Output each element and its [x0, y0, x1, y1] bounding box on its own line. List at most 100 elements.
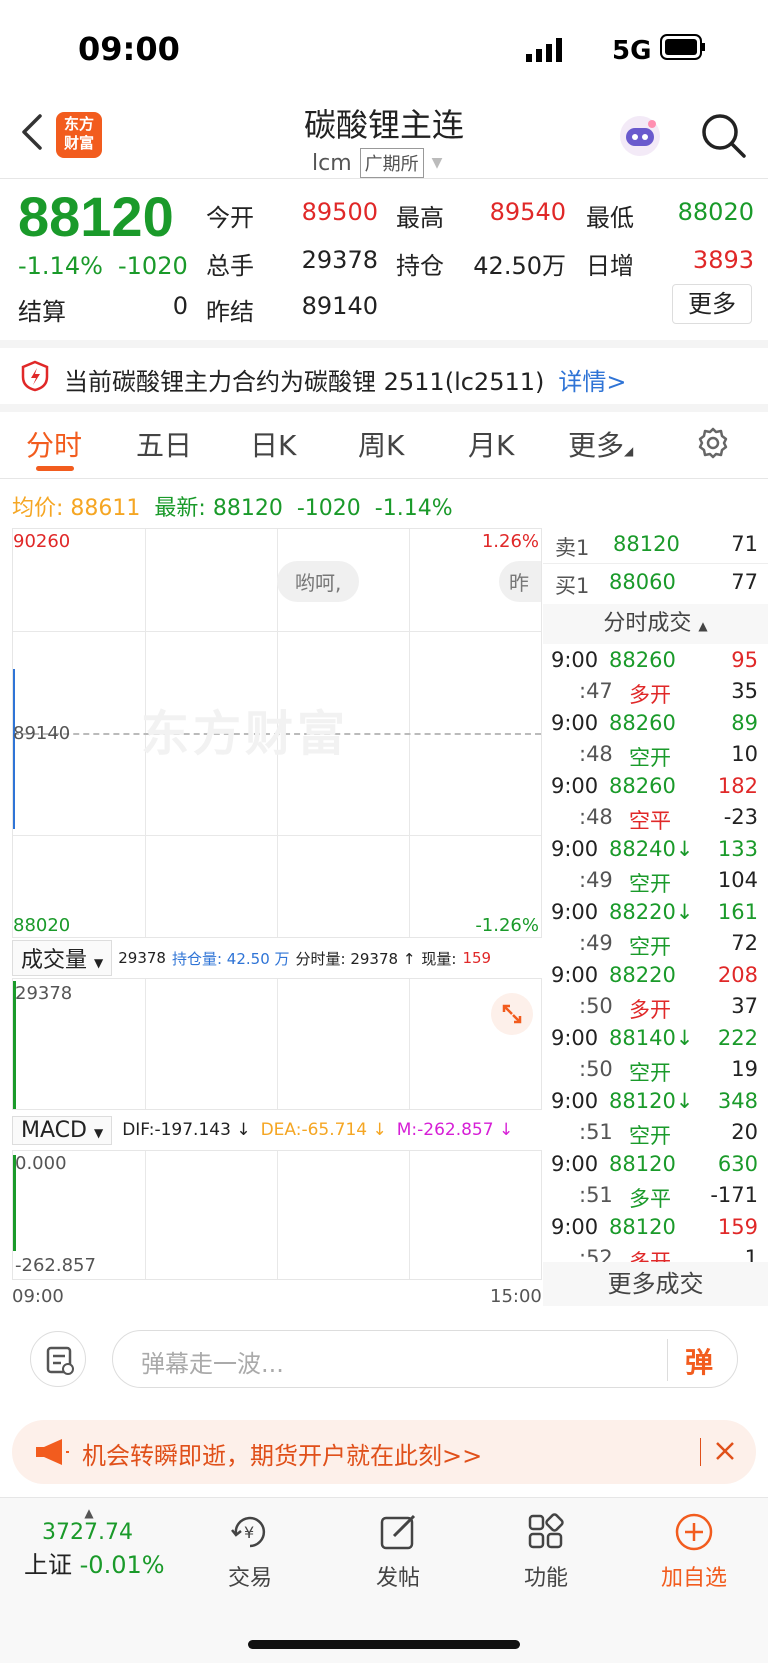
volume-selector[interactable]: 成交量 ▼: [12, 940, 113, 976]
contract-code: lcm: [312, 150, 352, 176]
tab-monthly-k[interactable]: 月K: [468, 424, 514, 464]
low-value: 88020: [677, 198, 754, 226]
trade-seconds: :48: [579, 742, 613, 766]
trade-kind: 多开: [629, 683, 671, 707]
trade-seconds: :47: [579, 679, 613, 703]
danmu-bubble: 哟呵,: [277, 561, 360, 602]
tab-weekly-k[interactable]: 周K: [358, 424, 404, 464]
volume-tick: 分时量: 29378 ↑: [295, 949, 416, 968]
trade-row-detail: :50 空开 19: [543, 1053, 768, 1085]
trade-kind: 多平: [629, 1187, 671, 1211]
settle-value: 0: [172, 292, 188, 320]
trade-seconds: :50: [579, 994, 613, 1018]
trade-time: 9:00: [551, 1026, 599, 1050]
trade-oi-change: 37: [731, 994, 758, 1018]
trade-row-detail: :51 空开 20: [543, 1116, 768, 1148]
last-price: 88120: [18, 185, 174, 248]
tabbar-functions[interactable]: 功能: [486, 1510, 606, 1592]
trade-price: 88120: [609, 1215, 676, 1239]
battery-icon: [660, 34, 706, 64]
change-pct: -1.14%: [18, 252, 103, 280]
contract-subtitle[interactable]: lcm 广期所 ▼: [312, 148, 442, 178]
trade-row: 9:00 88220↓ 161: [543, 896, 768, 928]
danmu-input[interactable]: 弹幕走一波... 弹: [112, 1330, 738, 1388]
more-trades-button[interactable]: 更多成交: [543, 1262, 768, 1306]
trade-volume: 89: [731, 711, 758, 735]
trade-row-detail: :49 空开 72: [543, 927, 768, 959]
trade-price: 88120: [609, 1152, 676, 1176]
search-icon[interactable]: [700, 112, 748, 164]
tabbar-trade[interactable]: ¥ 交易: [190, 1510, 310, 1592]
daily-inc-value: 3893: [692, 246, 754, 274]
danmu-list-icon[interactable]: [30, 1331, 86, 1387]
high-value: 89540: [489, 198, 566, 226]
account-open-banner[interactable]: 机会转瞬即逝，期货开户就在此刻>>: [12, 1420, 756, 1484]
trade-oi-change: 35: [731, 679, 758, 703]
trade-row: 9:00 88140↓ 222: [543, 1022, 768, 1054]
trade-price: 88140↓: [609, 1026, 694, 1050]
exchange-badge: 广期所: [359, 148, 424, 178]
close-icon[interactable]: [714, 1440, 736, 1466]
trade-kind: 空开: [629, 1124, 671, 1148]
banner-text: 机会转瞬即逝，期货开户就在此刻>>: [82, 1442, 483, 1470]
add-circle-icon: [634, 1510, 754, 1560]
megaphone-icon: [34, 1438, 70, 1470]
trade-volume: 208: [717, 963, 758, 987]
danmu-bubble: 昨: [499, 561, 541, 602]
index-change: -0.01%: [79, 1551, 165, 1579]
settings-gear-icon[interactable]: [696, 426, 730, 464]
tab-more[interactable]: 更多◢: [568, 424, 633, 464]
oi-label: 持仓: [396, 252, 444, 280]
tabbar-add-watch[interactable]: 加自选: [634, 1510, 754, 1592]
tab-five-day[interactable]: 五日: [136, 424, 192, 464]
trade-row-detail: :49 空开 104: [543, 864, 768, 896]
volume-total: 29378: [118, 949, 166, 967]
trade-time: 9:00: [551, 1215, 599, 1239]
macd-chart[interactable]: 0.000 -262.857: [12, 1150, 542, 1280]
danmu-send-button[interactable]: 弹: [685, 1341, 713, 1381]
trade-time: 9:00: [551, 711, 599, 735]
tab-intraday[interactable]: 分时: [26, 424, 82, 464]
y-axis-top: 90260: [13, 531, 71, 552]
trade-time: 9:00: [551, 963, 599, 987]
trade-volume: 182: [717, 774, 758, 798]
robot-assistant-icon[interactable]: [616, 112, 664, 164]
macd-m: M:-262.857 ↓: [396, 1120, 514, 1140]
trade-kind: 空平: [629, 809, 671, 833]
index-widget[interactable]: ▲ 3727.74 上证 -0.01%: [24, 1506, 184, 1580]
trade-row-detail: :48 空平 -23: [543, 801, 768, 833]
pct-axis-top: 1.26%: [481, 531, 539, 552]
volume-value: 29378: [301, 246, 378, 274]
intraday-price-chart[interactable]: 东方财富 90260 89140 88020 1.26% -1.26% 哟呵, …: [12, 528, 542, 938]
network-label: 5G: [612, 36, 652, 66]
edit-post-icon: [338, 1510, 458, 1560]
high-label: 最高: [396, 204, 444, 232]
macd-selector[interactable]: MACD ▼: [12, 1115, 113, 1145]
trade-oi-change: 20: [731, 1120, 758, 1144]
trade-row-detail: :48 空开 10: [543, 738, 768, 770]
trade-row: 9:00 88260 95: [543, 644, 768, 676]
trade-time: 9:00: [551, 1152, 599, 1176]
time-axis-end: 15:00: [490, 1286, 542, 1307]
trade-volume: 630: [717, 1152, 758, 1176]
notice-detail-link[interactable]: 详情>: [558, 362, 626, 397]
more-quote-button[interactable]: 更多: [672, 284, 752, 324]
volume-chart[interactable]: 29378: [12, 978, 542, 1110]
trade-row: 9:00 88120↓ 348: [543, 1085, 768, 1117]
tab-daily-k[interactable]: 日K: [250, 424, 296, 464]
trade-oi-change: 10: [731, 742, 758, 766]
trade-time: 9:00: [551, 774, 599, 798]
pct-axis-bottom: -1.26%: [475, 915, 539, 936]
trade-time: 9:00: [551, 1089, 599, 1113]
trade-yuan-icon: ¥: [190, 1510, 310, 1560]
trade-seconds: :51: [579, 1183, 613, 1207]
trade-oi-change: -171: [710, 1183, 758, 1207]
trade-volume: 159: [717, 1215, 758, 1239]
fullscreen-icon[interactable]: [491, 993, 533, 1035]
trade-price: 88220↓: [609, 900, 694, 924]
trades-title[interactable]: 分时成交 ▲: [543, 604, 768, 644]
trade-row: 9:00 88240↓ 133: [543, 833, 768, 865]
tabbar-post[interactable]: 发帖: [338, 1510, 458, 1592]
volume-axis-top: 29378: [15, 983, 73, 1004]
main-contract-notice[interactable]: 当前碳酸锂主力合约为碳酸锂 2511(lc2511) 详情>: [20, 360, 626, 398]
